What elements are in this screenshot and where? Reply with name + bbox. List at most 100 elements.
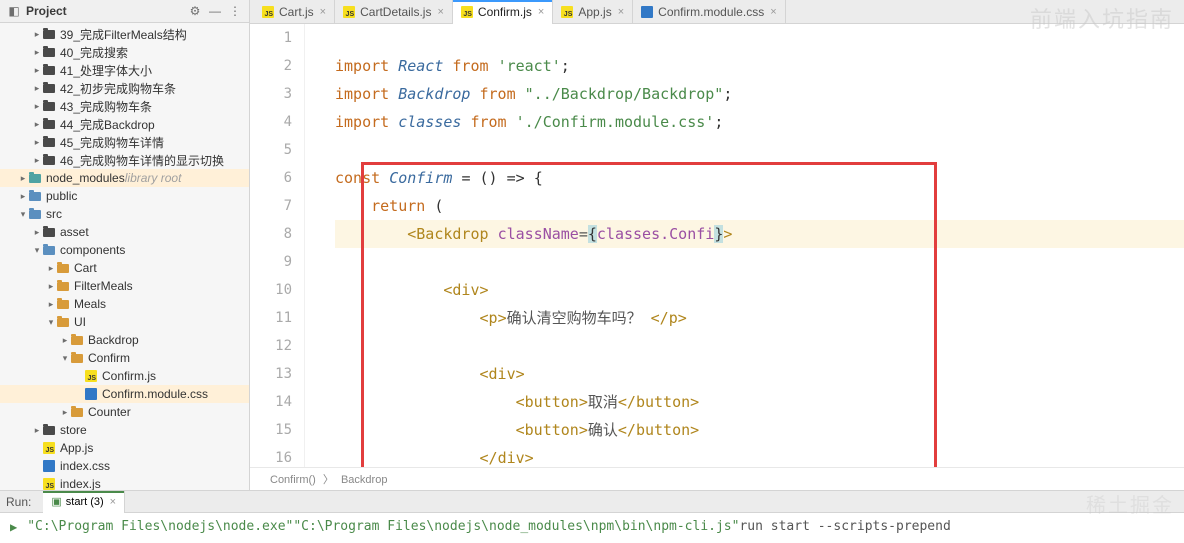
- chevron-icon[interactable]: ▸: [32, 155, 42, 166]
- tree-node[interactable]: ▸39_完成FilterMeals结构: [0, 25, 249, 43]
- file-icon: JS: [343, 6, 355, 18]
- breadcrumb-item[interactable]: Backdrop: [341, 474, 387, 486]
- file-icon: JS: [262, 6, 274, 18]
- tree-label: App.js: [60, 441, 93, 455]
- tree-node[interactable]: ▸public: [0, 187, 249, 205]
- run-panel: Run: ▣ start (3) × ▶ "C:\Program Files\n…: [0, 490, 1184, 540]
- tree-label: Confirm: [88, 351, 130, 365]
- code-area[interactable]: 12345678910111213141516 import React fro…: [250, 24, 1184, 467]
- collapse-icon[interactable]: ◧: [6, 3, 22, 19]
- chevron-icon[interactable]: ▸: [32, 119, 42, 130]
- chevron-icon[interactable]: ▸: [32, 137, 42, 148]
- breadcrumb-item[interactable]: Confirm(): [270, 474, 316, 486]
- close-icon[interactable]: ×: [320, 6, 326, 18]
- breadcrumb[interactable]: Confirm() 〉 Backdrop: [250, 467, 1184, 490]
- tree-node[interactable]: ▸Backdrop: [0, 331, 249, 349]
- chevron-icon[interactable]: ▸: [60, 407, 70, 418]
- tree-node[interactable]: JSindex.js: [0, 475, 249, 490]
- chevron-icon[interactable]: ▾: [60, 353, 70, 364]
- chevron-icon[interactable]: ▾: [46, 317, 56, 328]
- tree-node[interactable]: ▸42_初步完成购物车条: [0, 79, 249, 97]
- tree-node[interactable]: ▸ 40_完成搜索: [0, 43, 249, 61]
- tree-node[interactable]: ▸41_处理字体大小: [0, 61, 249, 79]
- sidebar-title[interactable]: Project: [26, 4, 183, 18]
- tree-node[interactable]: ▸43_完成购物车条: [0, 97, 249, 115]
- project-tree[interactable]: ▸39_完成FilterMeals结构▸40_完成搜索▸41_处理字体大小▸42…: [0, 23, 249, 490]
- tree-node[interactable]: index.css: [0, 457, 249, 475]
- chevron-icon[interactable]: ▸: [18, 173, 28, 184]
- project-sidebar: ◧ Project ⚙ — ⋮ ▸39_完成FilterMeals结构▸40_完…: [0, 0, 250, 490]
- chevron-icon[interactable]: ▸: [60, 335, 70, 346]
- tab-label: CartDetails.js: [360, 5, 431, 19]
- tree-label: store: [60, 423, 87, 437]
- chevron-icon[interactable]: ▸: [32, 65, 42, 76]
- tree-label: Counter: [88, 405, 131, 419]
- tree-node[interactable]: ▾ components: [0, 241, 249, 259]
- tree-node[interactable]: ▸ 44_完成Backdrop: [0, 115, 249, 133]
- chevron-icon[interactable]: ▸: [46, 299, 56, 310]
- gear-icon[interactable]: ⚙: [187, 3, 203, 19]
- chevron-icon[interactable]: ▾: [18, 209, 28, 220]
- editor-tab[interactable]: JS CartDetails.js ×: [335, 0, 453, 24]
- chevron-icon[interactable]: ▾: [32, 245, 42, 256]
- menu-icon[interactable]: ⋮: [227, 3, 243, 19]
- tree-label: index.css: [60, 459, 110, 473]
- chevron-icon[interactable]: ▸: [32, 101, 42, 112]
- tree-label: components: [60, 243, 125, 257]
- editor-pane: JSCart.js×JSCartDetails.js×JSConfirm.js×…: [250, 0, 1184, 490]
- line-gutter: 12345678910111213141516: [250, 24, 305, 467]
- chevron-icon[interactable]: ▸: [32, 83, 42, 94]
- editor-tab[interactable]: JSConfirm.js×: [453, 0, 553, 24]
- chevron-icon[interactable]: ▸: [46, 263, 56, 274]
- tree-label: Confirm.module.css: [102, 387, 208, 401]
- run-tab[interactable]: ▣ start (3) ×: [43, 491, 125, 513]
- chevron-icon[interactable]: ▸: [32, 47, 42, 58]
- tree-label: 40_完成搜索: [60, 44, 128, 61]
- tree-label: 44_完成Backdrop: [60, 116, 155, 133]
- tab-label: Confirm.js: [478, 5, 532, 19]
- tree-node[interactable]: ▾UI: [0, 313, 249, 331]
- play-icon[interactable]: ▶: [10, 520, 17, 534]
- tree-label: asset: [60, 225, 89, 239]
- tree-node[interactable]: JSApp.js: [0, 439, 249, 457]
- tree-label: Meals: [74, 297, 106, 311]
- run-header: Run: ▣ start (3) ×: [0, 491, 1184, 513]
- close-icon[interactable]: ×: [618, 6, 624, 18]
- close-icon[interactable]: ×: [110, 496, 116, 508]
- code-text[interactable]: import React from 'react'; import Backdr…: [335, 24, 1184, 467]
- tree-node[interactable]: ▸node_modules library root: [0, 169, 249, 187]
- tree-node[interactable]: ▸ Cart: [0, 259, 249, 277]
- chevron-icon[interactable]: ▸: [32, 425, 42, 436]
- run-output[interactable]: ▶ "C:\Program Files\nodejs\node.exe" "C:…: [0, 513, 1184, 540]
- chevron-icon[interactable]: ▸: [18, 191, 28, 202]
- tree-label: node_modules: [46, 171, 125, 185]
- sidebar-header: ◧ Project ⚙ — ⋮: [0, 0, 249, 23]
- tree-node[interactable]: ▸46_完成购物车详情的显示切换: [0, 151, 249, 169]
- tree-label: FilterMeals: [74, 279, 133, 293]
- close-icon[interactable]: ×: [538, 6, 544, 18]
- tree-node[interactable]: ▸ FilterMeals: [0, 277, 249, 295]
- tree-node[interactable]: ▸ 45_完成购物车详情: [0, 133, 249, 151]
- chevron-icon[interactable]: ▸: [32, 29, 42, 40]
- tab-label: App.js: [578, 5, 611, 19]
- tree-label: Confirm.js: [102, 369, 156, 383]
- tree-label: 45_完成购物车详情: [60, 134, 164, 151]
- tree-node[interactable]: ▾src: [0, 205, 249, 223]
- tree-node[interactable]: ▸ store: [0, 421, 249, 439]
- close-icon[interactable]: ×: [437, 6, 443, 18]
- tree-node[interactable]: JSConfirm.js: [0, 367, 249, 385]
- tree-node[interactable]: ▸ Meals: [0, 295, 249, 313]
- editor-tab[interactable]: JSApp.js×: [553, 0, 633, 24]
- editor-tab[interactable]: JSCart.js×: [254, 0, 335, 24]
- tree-label: Cart: [74, 261, 97, 275]
- editor-tab[interactable]: Confirm.module.css×: [633, 0, 785, 24]
- close-icon[interactable]: ×: [770, 6, 776, 18]
- tree-node[interactable]: Confirm.module.css: [0, 385, 249, 403]
- chevron-icon[interactable]: ▸: [46, 281, 56, 292]
- fold-gutter: [305, 24, 335, 467]
- tree-node[interactable]: ▸ Counter: [0, 403, 249, 421]
- tree-node[interactable]: ▾ Confirm: [0, 349, 249, 367]
- chevron-icon[interactable]: ▸: [32, 227, 42, 238]
- tree-node[interactable]: ▸ asset: [0, 223, 249, 241]
- hide-icon[interactable]: —: [207, 3, 223, 19]
